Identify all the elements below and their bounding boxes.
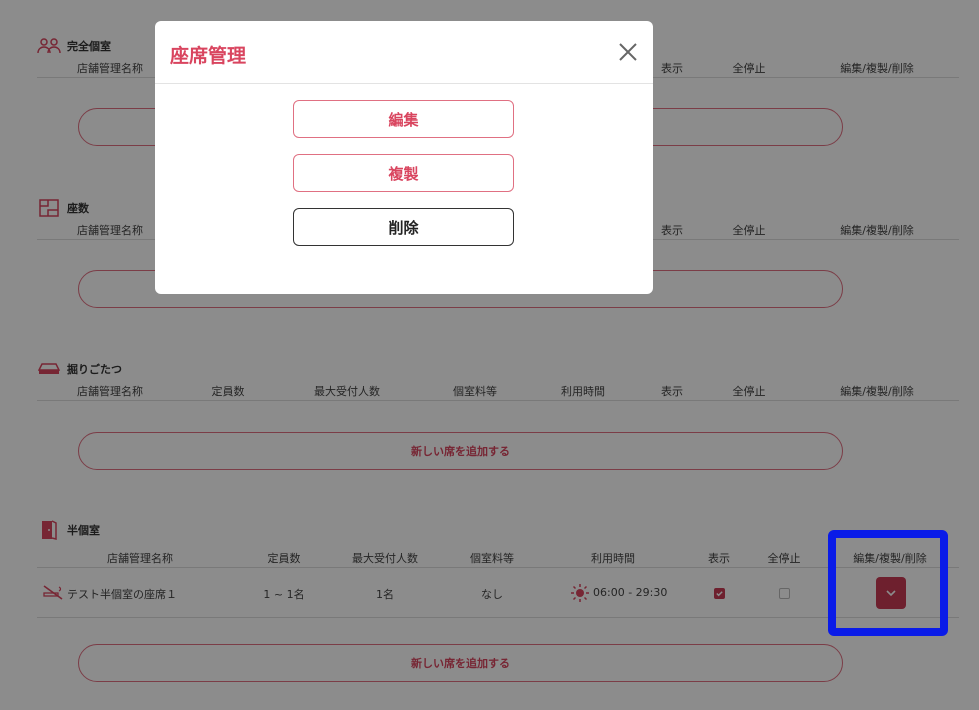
modal-title: 座席管理 <box>170 45 247 67</box>
seat-management-modal: 座席管理 編集 複製 削除 <box>155 21 653 294</box>
copy-button[interactable]: 複製 <box>293 154 514 192</box>
delete-button[interactable]: 削除 <box>293 208 514 246</box>
highlight-box <box>828 530 948 636</box>
close-icon[interactable] <box>617 41 639 63</box>
modal-header: 座席管理 <box>155 21 653 84</box>
edit-button[interactable]: 編集 <box>293 100 514 138</box>
